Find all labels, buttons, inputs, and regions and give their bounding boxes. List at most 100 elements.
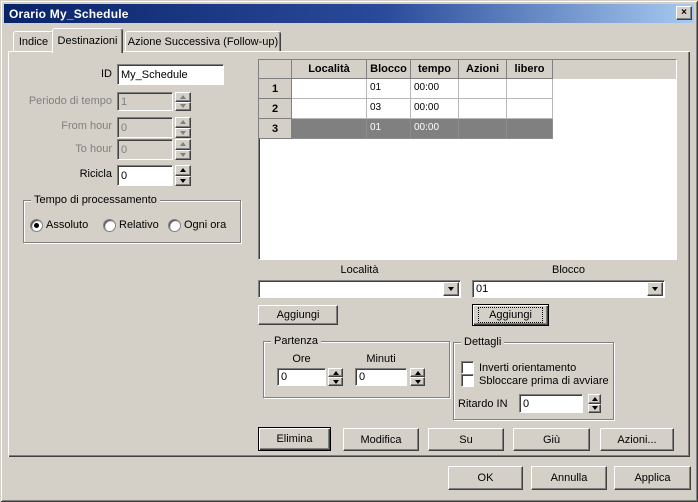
partenza-group-title: Partenza <box>271 335 321 348</box>
minuti-spinner[interactable] <box>410 368 425 386</box>
spin-down-button[interactable] <box>588 404 601 414</box>
ore-spinner[interactable] <box>328 368 343 386</box>
spin-up-button[interactable] <box>410 368 425 377</box>
partenza-group: Partenza Ore Minuti <box>263 341 450 398</box>
ritardo-in-input[interactable] <box>520 395 582 412</box>
periodo-spinner <box>175 92 191 111</box>
blocco-combobox[interactable]: 01 <box>472 280 665 298</box>
radio-assoluto-label: Assoluto <box>46 219 88 232</box>
header-blocco[interactable]: Blocco <box>367 60 411 79</box>
inverti-orientamento-checkbox[interactable] <box>461 361 474 374</box>
cell-azioni[interactable] <box>459 99 507 119</box>
periodo-label: Periodo di tempo <box>18 95 112 108</box>
radio-ogni-ora[interactable] <box>168 219 181 232</box>
dialog-window: Orario My_Schedule × Indice Destinazioni… <box>0 0 698 502</box>
header-libero[interactable]: libero <box>507 60 553 79</box>
radio-assoluto[interactable] <box>30 219 43 232</box>
radio-relativo[interactable] <box>103 219 116 232</box>
tab-indice[interactable]: Indice <box>13 31 54 52</box>
applica-button[interactable]: Applica <box>614 466 691 490</box>
giu-button[interactable]: Giù <box>513 428 590 451</box>
to-hour-field-frame <box>117 139 173 160</box>
aggiungi-localita-button[interactable]: Aggiungi <box>258 305 338 325</box>
cell-tempo[interactable]: 00:00 <box>411 79 459 99</box>
table-row[interactable]: 1 01 00:00 <box>259 79 676 99</box>
button-label: Modifica <box>361 434 402 446</box>
header-azioni[interactable]: Azioni <box>459 60 507 79</box>
minuti-field-frame <box>355 368 407 386</box>
inverti-orientamento-label: Inverti orientamento <box>479 362 576 375</box>
annulla-button[interactable]: Annulla <box>531 466 607 490</box>
su-button[interactable]: Su <box>428 428 504 451</box>
tab-label: Azione Successiva (Follow-up) <box>128 36 278 48</box>
cell-blocco[interactable]: 01 <box>367 79 411 99</box>
spin-down-button <box>175 102 191 112</box>
corner-header-cell <box>259 60 292 79</box>
localita-combobox[interactable] <box>258 280 461 298</box>
header-tempo[interactable]: tempo <box>411 60 459 79</box>
to-hour-label: To hour <box>18 143 112 156</box>
cell-localita[interactable] <box>292 119 367 139</box>
table-row-selected[interactable]: 3 01 00:00 <box>259 119 676 139</box>
spin-down-button[interactable] <box>175 176 191 187</box>
ricicla-input[interactable] <box>118 166 172 185</box>
cell-libero[interactable] <box>507 79 553 99</box>
cell-libero[interactable] <box>507 99 553 119</box>
spin-down-button <box>175 128 191 139</box>
table-row[interactable]: 2 03 00:00 <box>259 99 676 119</box>
destinations-table[interactable]: Località Blocco tempo Azioni libero 1 01… <box>258 59 677 260</box>
tab-label: Indice <box>19 36 48 48</box>
cell-azioni[interactable] <box>459 79 507 99</box>
cell-blocco[interactable]: 01 <box>367 119 411 139</box>
cell-libero[interactable] <box>507 119 553 139</box>
dropdown-arrow-icon[interactable] <box>647 282 663 296</box>
cell-azioni[interactable] <box>459 119 507 139</box>
spin-up-button <box>175 117 191 128</box>
cell-tempo[interactable]: 00:00 <box>411 119 459 139</box>
cell-blocco[interactable]: 03 <box>367 99 411 119</box>
cell-tempo[interactable]: 00:00 <box>411 99 459 119</box>
spin-down-button <box>175 150 191 161</box>
blocco-combobox-value: 01 <box>473 281 646 297</box>
row-number[interactable]: 1 <box>259 79 292 99</box>
sbloccare-checkbox[interactable] <box>461 374 474 387</box>
tab-azione-successiva[interactable]: Azione Successiva (Follow-up) <box>125 31 281 52</box>
header-localita[interactable]: Località <box>292 60 367 79</box>
row-number[interactable]: 3 <box>259 119 292 139</box>
spin-down-button[interactable] <box>328 377 343 386</box>
from-hour-input <box>118 118 172 137</box>
button-label: Giù <box>543 434 560 446</box>
spin-up-button[interactable] <box>588 394 601 404</box>
spin-up-button[interactable] <box>328 368 343 377</box>
ore-input[interactable] <box>278 369 325 385</box>
dettagli-group: Dettagli Inverti orientamento Sbloccare … <box>453 342 614 420</box>
ritardo-spinner[interactable] <box>588 394 601 413</box>
periodo-input <box>118 93 172 110</box>
localita-combobox-value <box>259 281 442 297</box>
ricicla-spinner[interactable] <box>175 165 191 186</box>
close-button[interactable]: × <box>676 6 692 20</box>
table-header-row: Località Blocco tempo Azioni libero <box>259 60 676 79</box>
button-label: Elimina <box>276 433 312 445</box>
radio-ogni-ora-label: Ogni ora <box>184 219 226 232</box>
spin-up-button[interactable] <box>175 165 191 176</box>
button-label: OK <box>478 472 494 484</box>
minuti-input[interactable] <box>356 369 406 385</box>
title-bar[interactable]: Orario My_Schedule × <box>4 4 694 23</box>
ok-button[interactable]: OK <box>448 466 523 490</box>
id-input[interactable] <box>118 65 223 84</box>
blocco-select-label: Blocco <box>472 264 665 277</box>
modifica-button[interactable]: Modifica <box>343 428 419 451</box>
elimina-button[interactable]: Elimina <box>258 427 331 451</box>
spin-down-button[interactable] <box>410 377 425 386</box>
tab-destinazioni[interactable]: Destinazioni <box>52 28 123 53</box>
dropdown-arrow-icon[interactable] <box>443 282 459 296</box>
aggiungi-blocco-button[interactable]: Aggiungi <box>472 304 549 326</box>
row-number[interactable]: 2 <box>259 99 292 119</box>
azioni-button[interactable]: Azioni... <box>600 428 674 451</box>
ritardo-field-frame <box>519 394 583 413</box>
cell-localita[interactable] <box>292 79 367 99</box>
cell-localita[interactable] <box>292 99 367 119</box>
ricicla-label: Ricicla <box>18 168 112 181</box>
id-field-frame <box>117 64 224 85</box>
